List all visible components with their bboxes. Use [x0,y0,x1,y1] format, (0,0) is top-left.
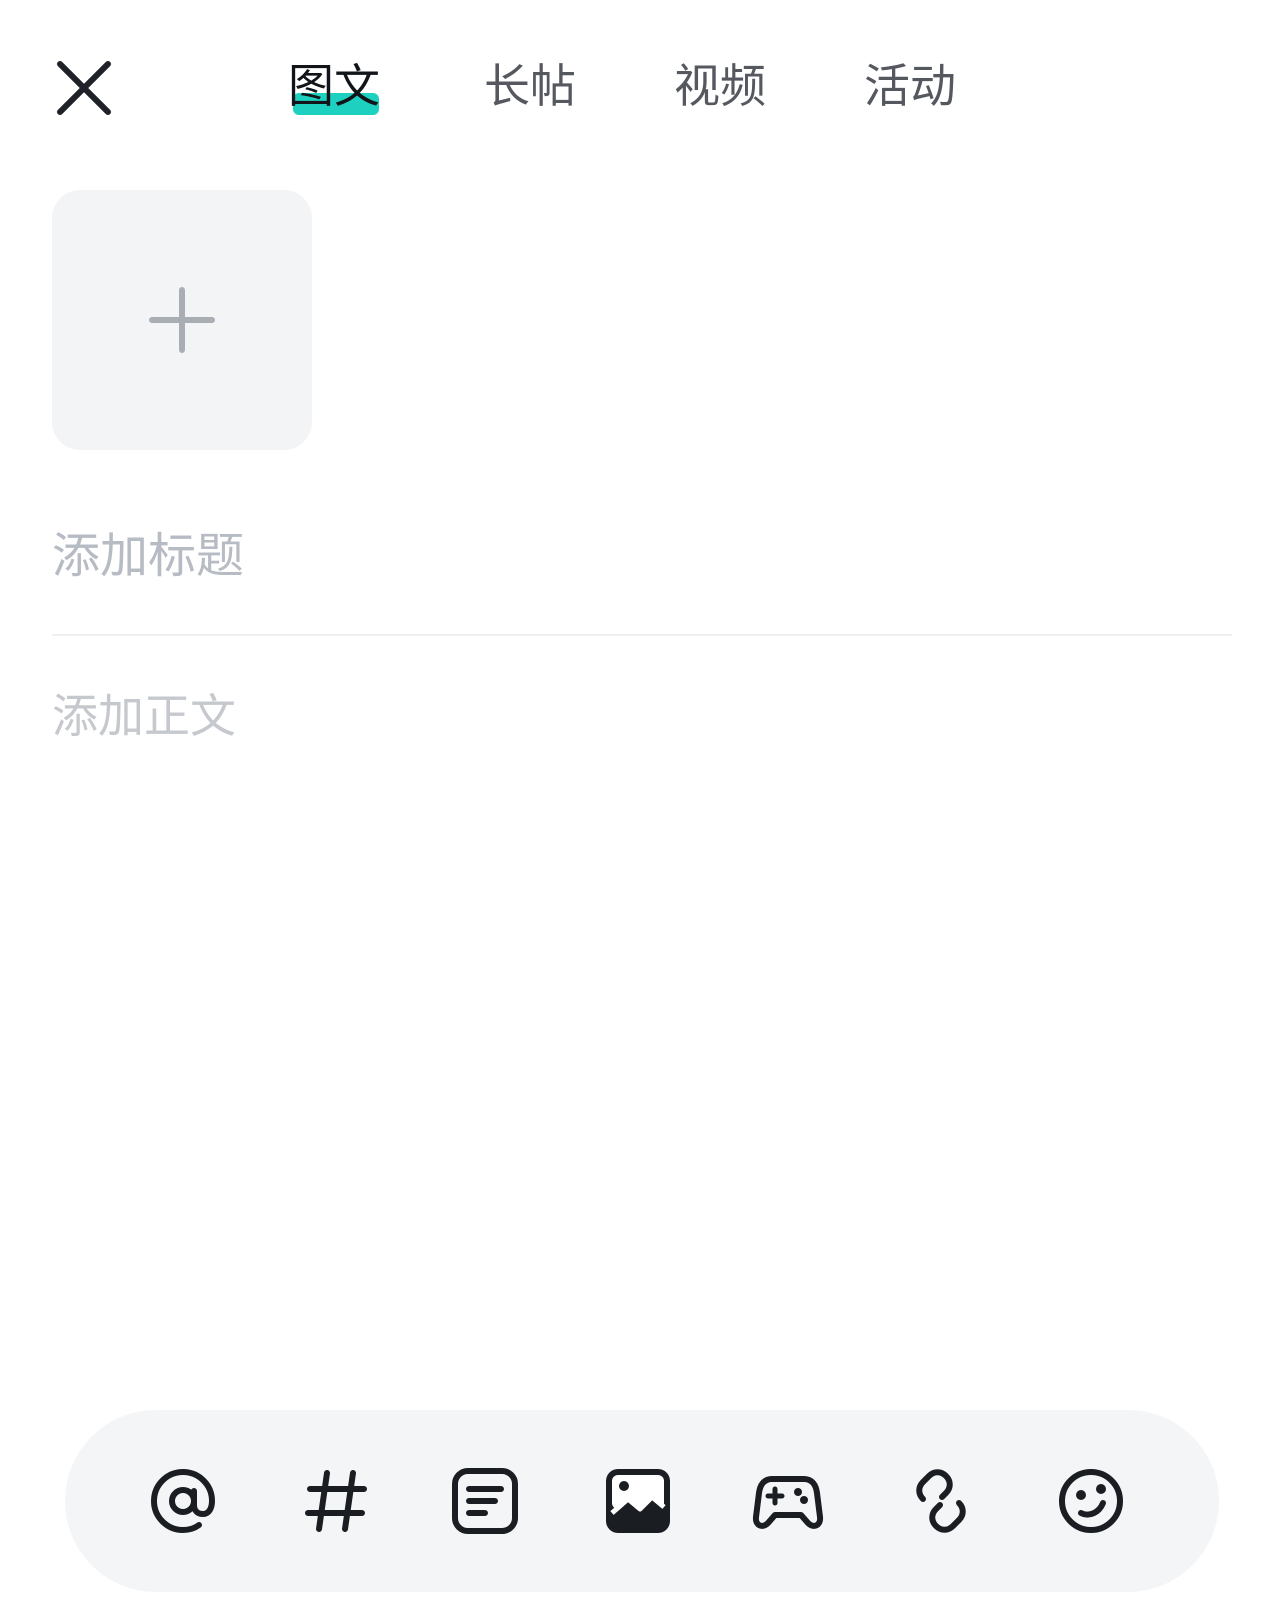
body-input[interactable] [52,684,1232,1284]
divider [52,634,1232,636]
link-icon [916,1469,966,1533]
text-card-button[interactable] [449,1465,521,1537]
tab-video[interactable]: 视频 [674,54,766,118]
close-button[interactable] [52,56,116,120]
gamepad-icon [752,1476,824,1529]
add-image-button[interactable] [52,190,312,450]
text-card-icon [452,1468,518,1534]
game-button[interactable] [752,1465,824,1537]
image-button[interactable] [602,1465,674,1537]
emoji-icon [1059,1469,1123,1533]
plus-icon [149,287,215,353]
tab-label: 视频 [674,59,766,113]
at-icon [150,1468,216,1534]
bottom-toolbar [65,1410,1219,1592]
hashtag-icon [305,1470,367,1532]
tab-activity[interactable]: 活动 [864,54,956,118]
tab-label: 活动 [864,59,956,113]
emoji-button[interactable] [1055,1465,1127,1537]
tab-image-text[interactable]: 图文 [288,54,380,118]
tab-long-post[interactable]: 长帖 [484,54,576,118]
image-icon [606,1469,670,1533]
hashtag-button[interactable] [300,1465,372,1537]
tab-label: 长帖 [484,59,576,113]
title-input[interactable] [52,520,1232,592]
tab-label: 图文 [288,59,380,113]
mention-button[interactable] [147,1465,219,1537]
link-button[interactable] [905,1465,977,1537]
close-icon [57,61,111,115]
